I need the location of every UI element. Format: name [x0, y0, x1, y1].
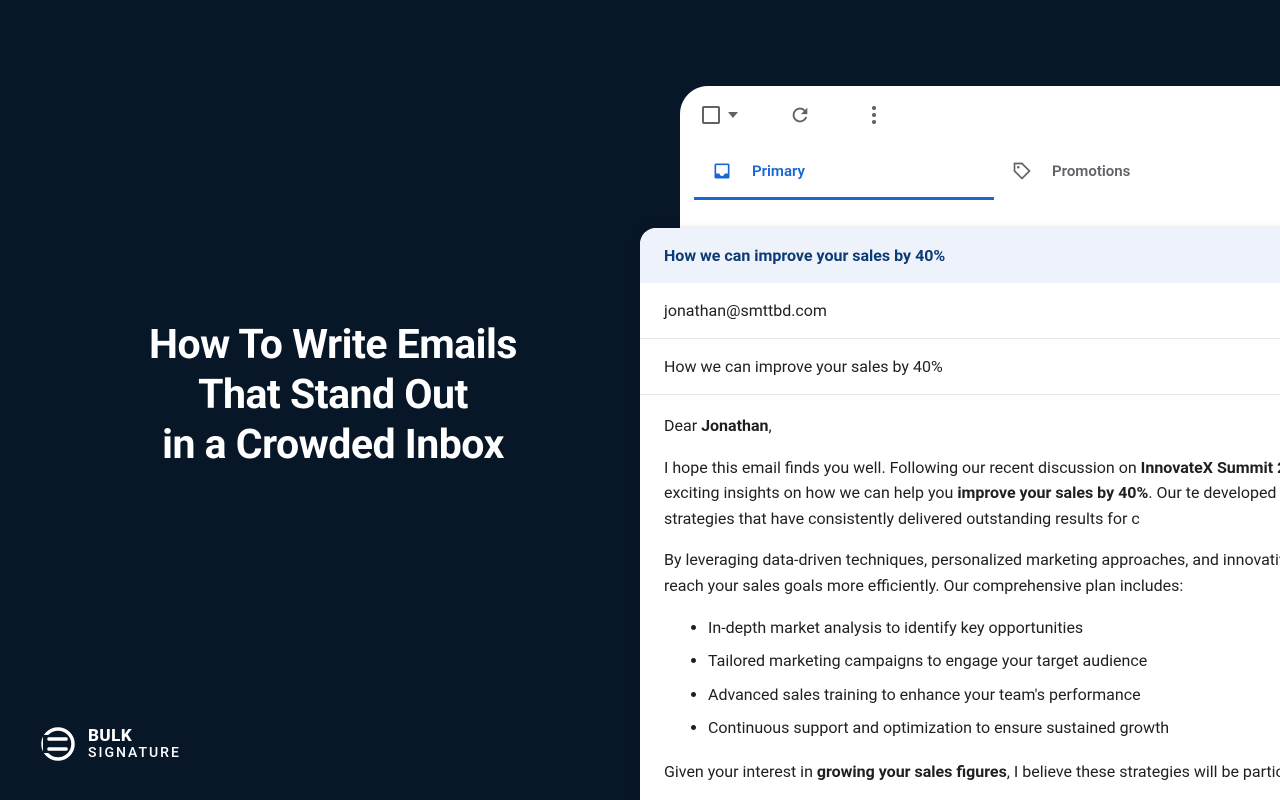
refresh-icon [789, 104, 811, 126]
compose-title: How we can improve your sales by 40% [640, 228, 1280, 283]
brand-logo-bottom: SIGNATURE [88, 746, 181, 761]
brand-logo: BULK SIGNATURE [40, 726, 181, 762]
compose-paragraph-3: Given your interest in growing your sale… [664, 759, 1280, 785]
tab-promotions[interactable]: Promotions [994, 144, 1280, 200]
tab-primary[interactable]: Primary [694, 144, 994, 200]
p3-bold: growing your sales figures [817, 762, 1007, 781]
compose-greeting: Dear Jonathan, [664, 413, 1280, 439]
brand-logo-text: BULK SIGNATURE [88, 728, 181, 761]
compose-card: How we can improve your sales by 40% jon… [640, 228, 1280, 800]
p3-a: Given your interest in [664, 762, 817, 781]
tab-primary-label: Primary [752, 162, 805, 180]
greeting-suffix: , [768, 416, 771, 435]
brand-logo-top: BULK [88, 728, 181, 746]
p3-b: , I believe these strategies will be par… [1007, 762, 1280, 781]
mail-toolbar [680, 86, 1280, 144]
p1-bold1: InnovateX Summit 2024 [1141, 458, 1280, 477]
refresh-button[interactable] [788, 103, 812, 127]
compose-to-value: jonathan@smttbd.com [664, 301, 827, 320]
caret-down-icon [728, 112, 738, 118]
brand-logo-mark-icon [40, 726, 76, 762]
compose-paragraph-2: By leveraging data-driven techniques, pe… [664, 547, 1280, 598]
p1-a: I hope this email finds you well. Follow… [664, 458, 1141, 477]
more-button[interactable] [862, 103, 886, 127]
more-vertical-icon [872, 106, 876, 124]
list-item: Tailored marketing campaigns to engage y… [708, 648, 1280, 674]
compose-to-field[interactable]: jonathan@smttbd.com [640, 283, 1280, 339]
compose-bullets: In-depth market analysis to identify key… [708, 615, 1280, 741]
p1-bold2: improve your sales by 40% [957, 483, 1148, 502]
headline-line-1: How To Write Emails [93, 320, 573, 370]
greeting-prefix: Dear [664, 416, 701, 435]
tab-promotions-label: Promotions [1052, 162, 1130, 180]
compose-body[interactable]: Dear Jonathan, I hope this email finds y… [640, 395, 1280, 800]
inbox-icon [712, 161, 732, 181]
headline-line-3: in a Crowded Inbox [93, 420, 573, 470]
tag-icon [1012, 161, 1032, 181]
greeting-name: Jonathan [701, 416, 768, 435]
compose-paragraph-1: I hope this email finds you well. Follow… [664, 455, 1280, 532]
list-item: In-depth market analysis to identify key… [708, 615, 1280, 641]
list-item: Advanced sales training to enhance your … [708, 682, 1280, 708]
list-item: Continuous support and optimization to e… [708, 715, 1280, 741]
compose-subject-field[interactable]: How we can improve your sales by 40% [640, 339, 1280, 395]
checkbox-icon [702, 106, 720, 124]
headline-line-2: That Stand Out [93, 370, 573, 420]
select-all-control[interactable] [702, 106, 738, 124]
mail-tabs: Primary Promotions [680, 144, 1280, 200]
compose-subject-value: How we can improve your sales by 40% [664, 357, 943, 376]
page-headline: How To Write Emails That Stand Out in a … [93, 320, 573, 470]
